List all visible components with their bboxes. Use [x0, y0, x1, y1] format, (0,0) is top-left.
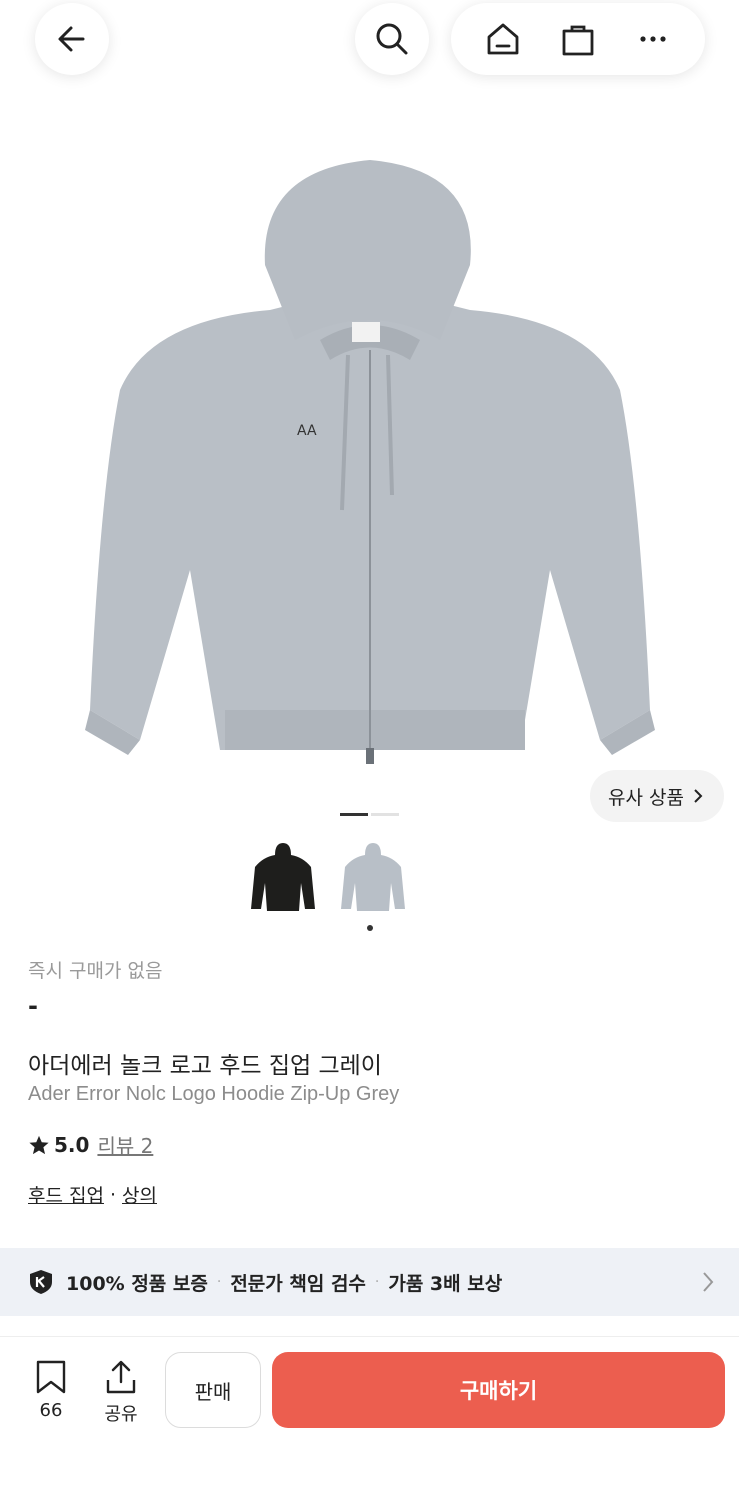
search-button[interactable] — [355, 3, 429, 75]
svg-text:AA: AA — [297, 423, 317, 439]
grey-hoodie-thumbnail[interactable] — [335, 840, 411, 916]
share-button[interactable]: 공유 — [98, 1360, 144, 1426]
more-button[interactable] — [631, 17, 675, 61]
share-label: 공유 — [104, 1404, 138, 1425]
share-icon — [106, 1360, 136, 1394]
authenticity-banner[interactable]: 100% 정품 보증 · 전문가 책임 검수 · 가품 3배 보상 — [0, 1248, 739, 1316]
banner-separator: · — [374, 1274, 380, 1290]
selected-thumbnail-dot — [367, 925, 373, 931]
product-image[interactable]: AA — [80, 150, 660, 775]
bag-button[interactable] — [556, 17, 600, 61]
banner-separator: · — [216, 1274, 222, 1290]
home-icon — [487, 23, 519, 55]
rating-score: 5.0 — [54, 1132, 90, 1157]
nav-actions — [451, 3, 705, 75]
arrow-left-icon — [58, 26, 85, 52]
search-icon — [376, 23, 408, 55]
banner-item: 가품 3배 보상 — [388, 1272, 503, 1295]
image-indicator — [340, 813, 399, 816]
back-button[interactable] — [35, 3, 109, 75]
category-separator: · — [109, 1183, 117, 1206]
price-label: 즉시 구매가 없음 — [28, 960, 163, 982]
home-button[interactable] — [481, 17, 525, 61]
price-value: - — [28, 992, 38, 1020]
reviews-link[interactable]: 리뷰 2 — [97, 1130, 153, 1159]
more-horizontal-icon — [640, 36, 666, 42]
rating: 5.0 리뷰 2 — [28, 1130, 153, 1159]
thumbnail-strip — [245, 840, 411, 916]
bookmark-icon — [36, 1360, 66, 1394]
shield-icon — [30, 1270, 52, 1294]
black-hoodie-thumbnail[interactable] — [245, 840, 321, 916]
product-title-en: Ader Error Nolc Logo Hoodie Zip-Up Grey — [28, 1083, 400, 1105]
banner-item: 100% 정품 보증 — [66, 1272, 208, 1295]
buy-button[interactable]: 구매하기 — [272, 1352, 725, 1428]
similar-products-label: 유사 상품 — [608, 786, 684, 809]
categories: 후드 집업 · 상의 — [28, 1181, 157, 1208]
shopping-bag-icon — [562, 25, 594, 56]
chevron-right-icon — [703, 1272, 714, 1292]
sell-button[interactable]: 판매 — [165, 1352, 261, 1428]
similar-products-button[interactable]: 유사 상품 — [590, 770, 724, 822]
indicator-segment — [371, 813, 399, 816]
category-link[interactable]: 상의 — [122, 1181, 157, 1208]
chevron-right-icon — [694, 789, 703, 803]
star-icon — [29, 1135, 49, 1154]
divider — [0, 1336, 739, 1337]
save-count: 66 — [39, 1400, 63, 1421]
indicator-segment-active — [340, 813, 368, 816]
product-title-ko: 아더에러 놀크 로고 후드 집업 그레이 — [28, 1053, 382, 1079]
category-link[interactable]: 후드 집업 — [28, 1181, 104, 1208]
banner-item: 전문가 책임 검수 — [230, 1272, 366, 1295]
save-button[interactable]: 66 — [28, 1360, 74, 1421]
